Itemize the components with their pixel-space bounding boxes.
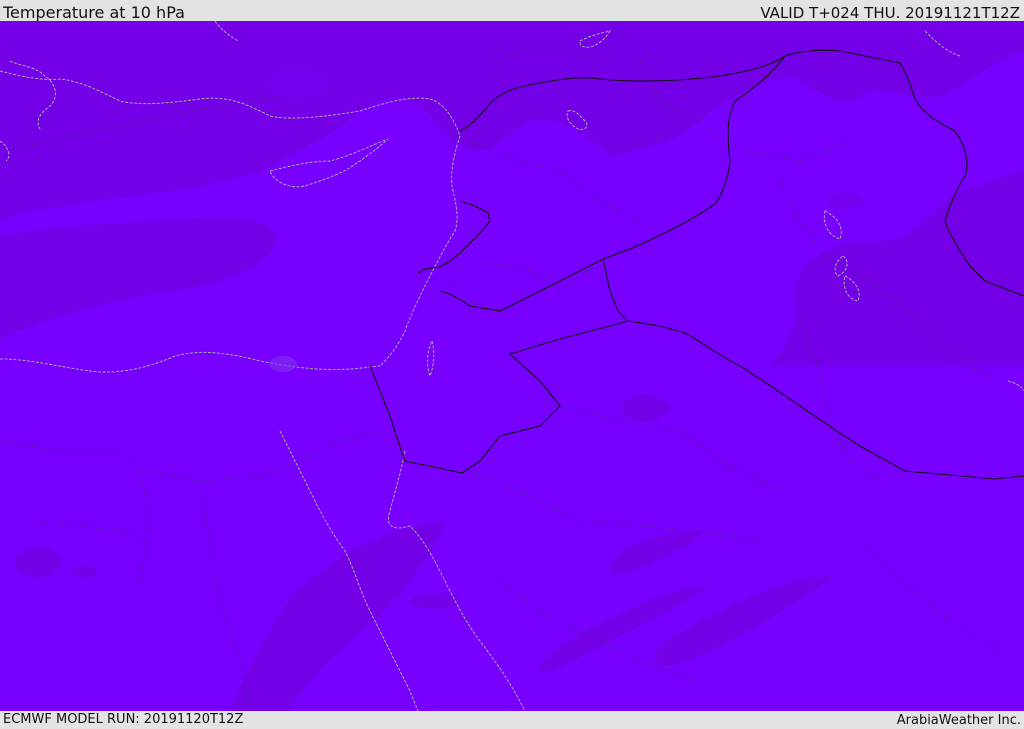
temperature-map bbox=[0, 21, 1024, 711]
temperature-cell-jordan bbox=[621, 395, 669, 421]
credit-label: ArabiaWeather Inc. bbox=[896, 713, 1021, 728]
model-run: ECMWF MODEL RUN: 20191120T12Z bbox=[3, 712, 244, 727]
map-viewer: Temperature at 10 hPa VALID T+024 THU. 2… bbox=[0, 0, 1024, 729]
footer-bar: ECMWF MODEL RUN: 20191120T12Z ArabiaWeat… bbox=[0, 711, 1024, 729]
temperature-cell-iraq bbox=[827, 192, 863, 210]
temperature-cell-libya-small bbox=[72, 566, 98, 578]
map-title: Temperature at 10 hPa bbox=[3, 3, 185, 22]
map-canvas bbox=[0, 21, 1024, 711]
header-bar: Temperature at 10 hPa VALID T+024 THU. 2… bbox=[0, 0, 1024, 22]
temperature-cell-libya bbox=[15, 547, 61, 577]
temperature-cell-red-sea bbox=[410, 593, 460, 609]
nile-delta-highlight bbox=[269, 356, 297, 372]
valid-time: VALID T+024 THU. 20191121T12Z bbox=[760, 4, 1020, 22]
temperature-cell-aegean bbox=[268, 68, 328, 98]
